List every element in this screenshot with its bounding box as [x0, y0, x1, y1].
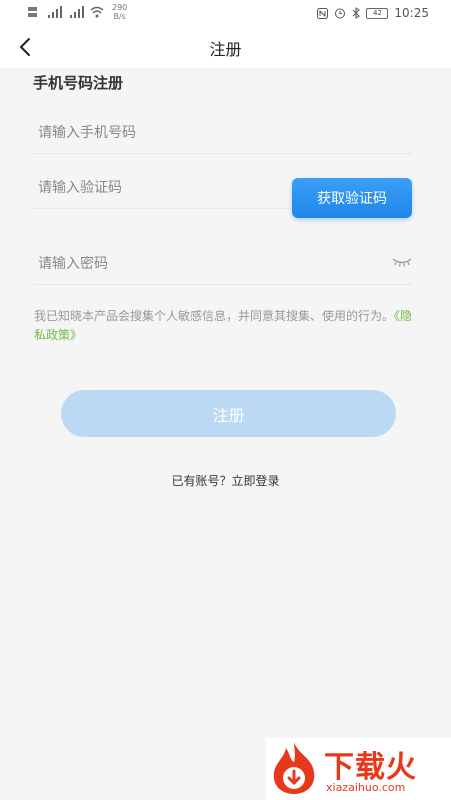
eye-closed-icon[interactable]: [391, 256, 413, 268]
signal-icon-2: [70, 6, 84, 18]
get-code-button[interactable]: 获取验证码: [292, 178, 412, 218]
watermark: 下载火 xiazaihuo.com: [266, 738, 451, 800]
status-time: 10:25: [394, 6, 429, 20]
privacy-notice: 我已知晓本产品会搜集个人敏感信息，并同意其搜集、使用的行为。《隐私政策》: [34, 307, 419, 345]
code-field: [34, 168, 296, 209]
page-title: 注册: [209, 40, 242, 59]
bluetooth-icon: [353, 7, 361, 19]
watermark-title: 下载火: [324, 750, 417, 785]
login-link[interactable]: 已有账号？立即登录: [0, 472, 451, 489]
code-input[interactable]: [34, 168, 296, 208]
hd-icon: [28, 7, 37, 17]
battery-icon: 42: [366, 7, 389, 19]
net-speed-value: 290: [112, 3, 128, 12]
alarm-icon: [335, 8, 346, 19]
nfc-icon: [317, 7, 329, 19]
password-input[interactable]: [34, 244, 416, 284]
nav-bar: 注册: [0, 26, 451, 68]
status-left: 290 B/s: [28, 3, 127, 21]
watermark-subtitle: xiazaihuo.com: [326, 781, 406, 794]
phone-input[interactable]: [34, 113, 416, 153]
status-bar: 290 B/s 42 10:25: [0, 0, 451, 26]
net-speed-unit: B/s: [113, 12, 126, 21]
status-right: 42 10:25: [317, 6, 429, 20]
net-speed: 290 B/s: [112, 3, 127, 21]
privacy-notice-text: 我已知晓本产品会搜集个人敏感信息，并同意其搜集、使用的行为。: [34, 309, 395, 323]
signal-icon: [48, 6, 62, 18]
phone-field: [34, 113, 416, 154]
flame-logo-icon: [273, 742, 315, 794]
wifi-icon: [90, 6, 104, 18]
password-field: [34, 244, 416, 285]
section-title: 手机号码注册: [33, 74, 124, 92]
register-button[interactable]: 注册: [61, 390, 396, 437]
